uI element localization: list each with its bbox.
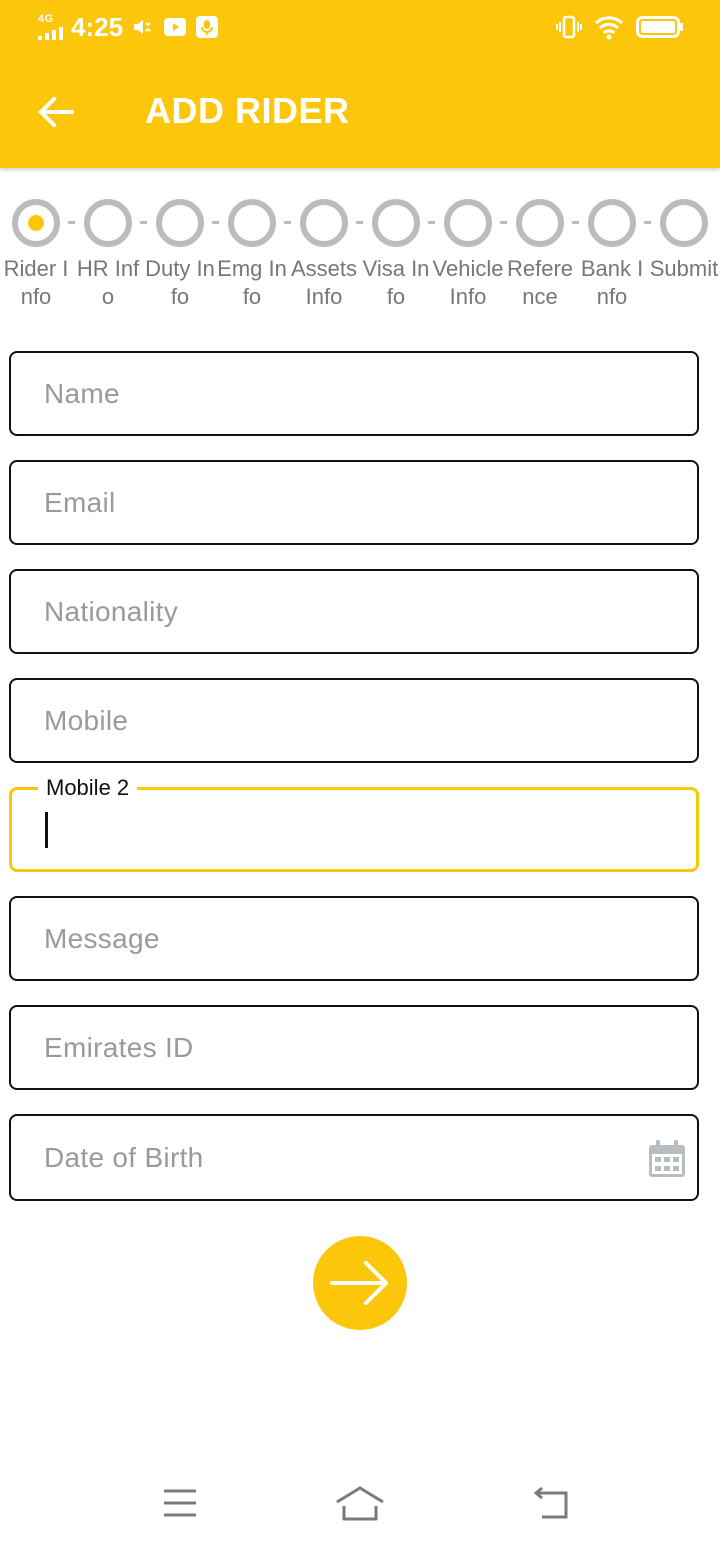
app-header: 4G 4:25 ADD RIDER <box>0 0 720 168</box>
status-right <box>556 14 684 45</box>
step-circle <box>300 199 348 247</box>
step-assets-info[interactable]: Assets Info <box>288 196 360 311</box>
step-connector <box>68 221 75 224</box>
step-circle <box>660 199 708 247</box>
step-connector <box>644 221 651 224</box>
step-visa-info[interactable]: Visa Info <box>360 196 432 311</box>
step-submit[interactable]: Submit <box>648 196 720 283</box>
step-indicator: Rider Info HR Info Duty Info Emg Info As… <box>0 196 720 316</box>
message-field[interactable]: Message <box>9 896 699 981</box>
arrow-left-icon <box>38 96 74 128</box>
name-placeholder: Name <box>44 377 120 409</box>
back-nav-icon <box>533 1486 568 1519</box>
step-label: Submit <box>649 256 719 281</box>
vibrate-icon <box>556 14 582 45</box>
step-label: Duty Info <box>145 256 215 309</box>
email-placeholder: Email <box>44 486 116 518</box>
step-duty-info[interactable]: Duty Info <box>144 196 216 311</box>
step-connector <box>428 221 435 224</box>
step-label: Emg Info <box>217 256 287 309</box>
step-circle <box>12 199 60 247</box>
battery-icon <box>636 15 684 44</box>
system-nav-bar <box>0 1460 720 1544</box>
step-connector <box>500 221 507 224</box>
wifi-icon <box>594 14 624 45</box>
email-field[interactable]: Email <box>9 460 699 545</box>
mobile-placeholder: Mobile <box>44 704 129 736</box>
step-bank-info[interactable]: Bank Info <box>576 196 648 311</box>
name-field[interactable]: Name <box>9 351 699 436</box>
step-circle <box>84 199 132 247</box>
step-connector <box>140 221 147 224</box>
youtube-icon <box>163 16 187 38</box>
step-circle <box>444 199 492 247</box>
emirates-id-placeholder: Emirates ID <box>44 1031 194 1063</box>
back-nav-button[interactable] <box>520 1480 580 1526</box>
mobile-field[interactable]: Mobile <box>9 678 699 763</box>
home-button[interactable] <box>330 1480 390 1526</box>
network-type: 4G <box>38 13 54 25</box>
step-label: Rider Info <box>3 256 69 309</box>
step-circle <box>228 199 276 247</box>
calendar-icon[interactable] <box>647 1139 687 1184</box>
next-button[interactable] <box>313 1236 407 1330</box>
step-label: Bank Info <box>580 256 644 309</box>
step-circle <box>372 199 420 247</box>
step-rider-info[interactable]: Rider Info <box>0 196 72 311</box>
step-label: Assets Info <box>290 256 358 309</box>
step-circle <box>588 199 636 247</box>
step-hr-info[interactable]: HR Info <box>72 196 144 311</box>
arrow-right-icon <box>330 1261 388 1305</box>
mobile-2-field[interactable]: Mobile 2 <box>9 775 699 872</box>
step-emg-info[interactable]: Emg Info <box>216 196 288 311</box>
status-bar: 4G 4:25 <box>0 0 720 56</box>
back-button[interactable] <box>28 84 84 140</box>
status-left: 4G 4:25 <box>38 12 219 42</box>
page-title: ADD RIDER <box>145 90 350 131</box>
status-time: 4:25 <box>71 12 124 42</box>
message-placeholder: Message <box>44 922 160 954</box>
text-caret <box>45 811 48 848</box>
step-label: Visa Info <box>362 256 430 309</box>
nationality-field[interactable]: Nationality <box>9 569 699 654</box>
step-connector <box>284 221 291 224</box>
step-connector <box>572 221 579 224</box>
dob-placeholder: Date of Birth <box>44 1141 204 1173</box>
step-label: Reference <box>506 256 574 309</box>
step-reference[interactable]: Reference <box>504 196 576 311</box>
menu-icon <box>164 1489 196 1517</box>
step-label: HR Info <box>76 256 140 309</box>
step-connector <box>212 221 219 224</box>
home-icon <box>336 1486 384 1521</box>
step-label: Vehicle Info <box>432 256 504 309</box>
mobile-2-label: Mobile 2 <box>38 775 138 801</box>
emirates-id-field[interactable]: Emirates ID <box>9 1005 699 1090</box>
mute-icon <box>131 15 155 39</box>
menu-button[interactable] <box>150 1480 210 1526</box>
step-vehicle-info[interactable]: Vehicle Info <box>432 196 504 311</box>
toolbar: ADD RIDER <box>0 56 720 168</box>
date-of-birth-field[interactable]: Date of Birth <box>9 1114 699 1201</box>
step-connector <box>356 221 363 224</box>
step-circle <box>156 199 204 247</box>
step-circle <box>516 199 564 247</box>
nationality-placeholder: Nationality <box>44 595 179 627</box>
mic-icon <box>195 15 219 39</box>
